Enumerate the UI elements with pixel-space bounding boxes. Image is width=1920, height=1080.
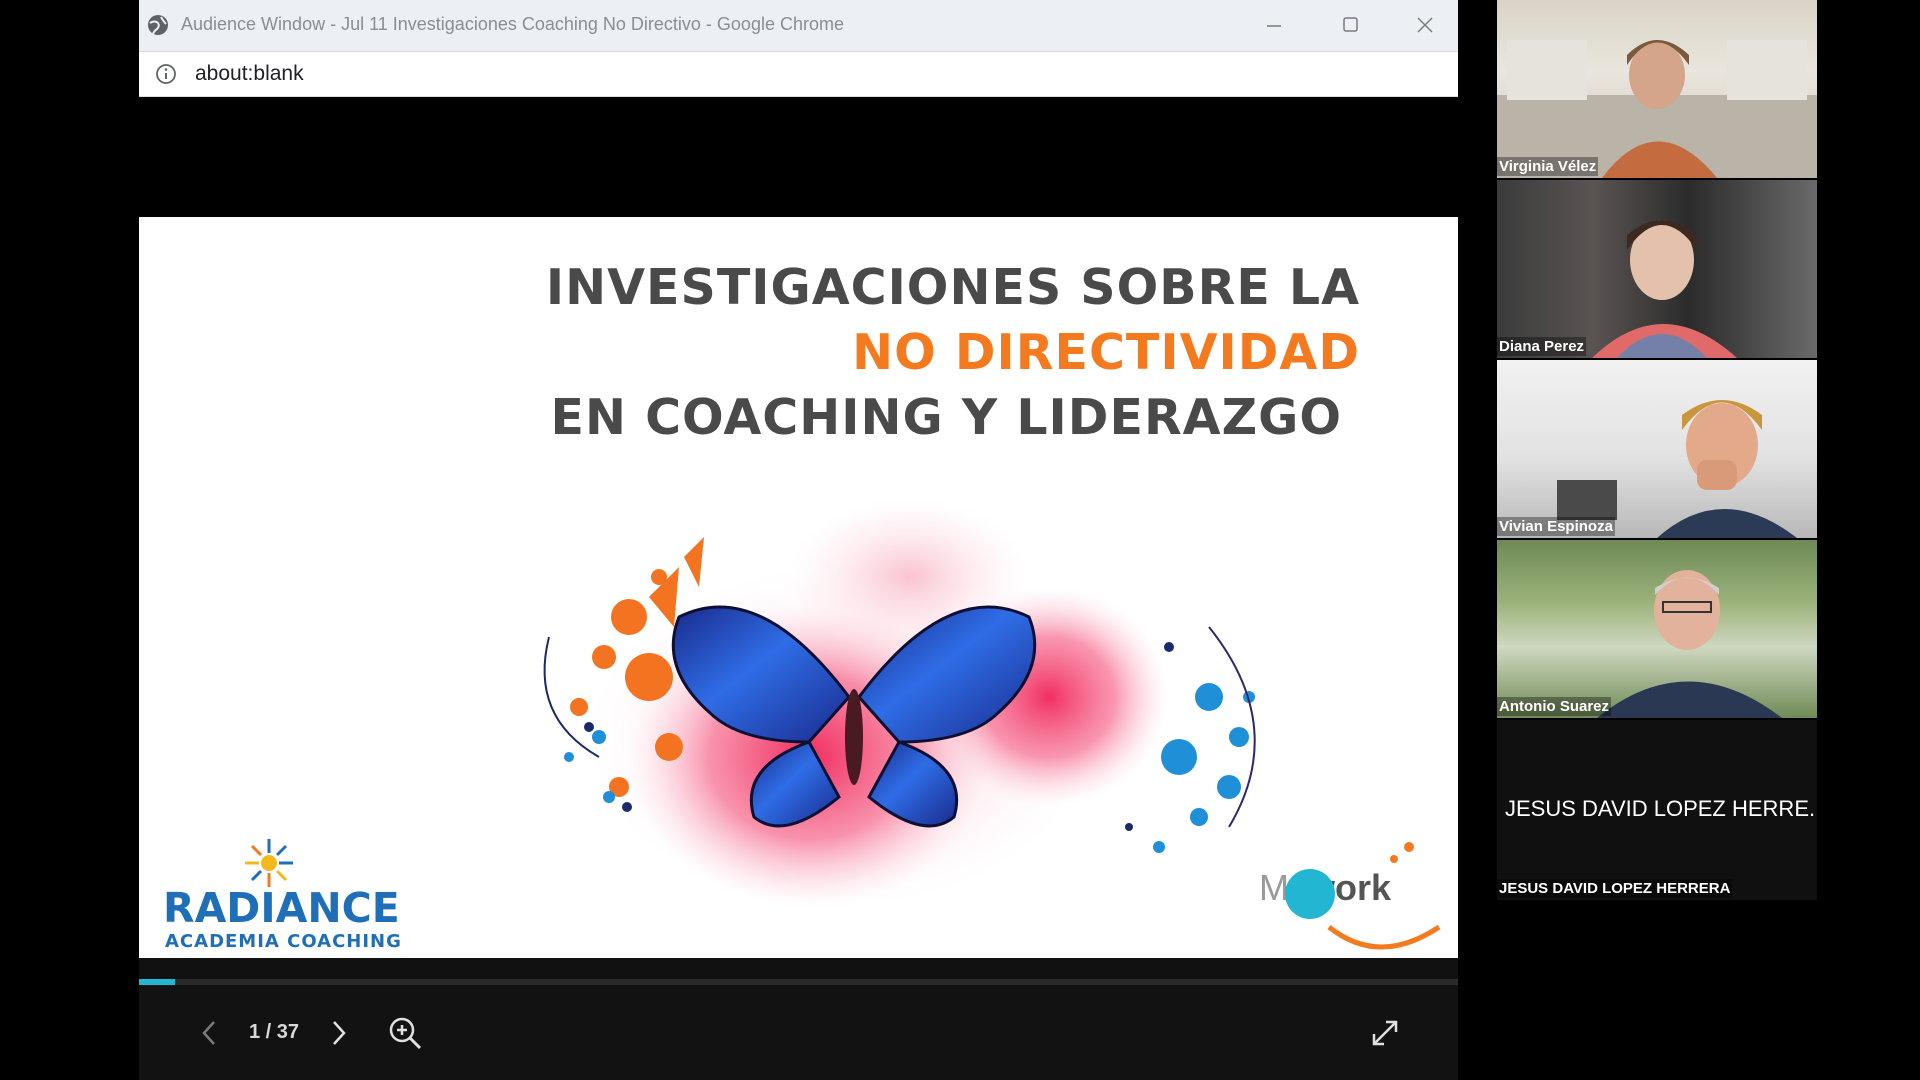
slide-title-line-2: NO DIRECTIVIDAD bbox=[852, 324, 1360, 381]
participant-video bbox=[1557, 400, 1797, 538]
participant-video bbox=[1592, 220, 1737, 358]
participant-display-name: JESUS DAVID LOPEZ HERRE... bbox=[1505, 796, 1817, 821]
participant-name: Virginia Vélez bbox=[1497, 157, 1599, 176]
page-indicator: 1 / 37 bbox=[249, 1021, 300, 1043]
url-text[interactable]: about:blank bbox=[195, 62, 304, 86]
radiance-subtitle: ACADEMIA COACHING bbox=[165, 931, 402, 952]
participant-tile[interactable]: JESUS DAVID LOPEZ HERRE... JESUS DAVID L… bbox=[1497, 720, 1817, 900]
zoom-in-icon[interactable] bbox=[388, 1016, 422, 1050]
next-page-button[interactable] bbox=[329, 1019, 349, 1047]
info-icon[interactable] bbox=[155, 63, 177, 85]
butterfly-illustration bbox=[543, 497, 1256, 907]
participant-name: Vivian Espinoza bbox=[1497, 517, 1615, 536]
slide-title-line-1: INVESTIGACIONES SOBRE LA bbox=[545, 259, 1360, 316]
participant-name: JESUS DAVID LOPEZ HERRERA bbox=[1497, 879, 1733, 898]
presentation-slide: INVESTIGACIONES SOBRE LA NO DIRECTIVIDAD… bbox=[139, 217, 1458, 958]
window-title: Audience Window - Jul 11 Investigaciones… bbox=[181, 14, 844, 34]
slide-title-line-3: EN COACHING Y LIDERAZGO bbox=[550, 389, 1342, 446]
address-bar[interactable]: about:blank bbox=[139, 52, 1458, 97]
participant-video bbox=[1497, 40, 1817, 178]
fullscreen-icon[interactable] bbox=[1370, 1018, 1400, 1048]
letterbox-top bbox=[139, 97, 1458, 217]
participant-name: Diana Perez bbox=[1497, 337, 1587, 356]
globe-icon bbox=[148, 15, 168, 35]
participants-panel: Virginia Vélez Diana Perez Vivian Espino… bbox=[1497, 0, 1817, 900]
participant-video bbox=[1597, 570, 1782, 718]
radiance-logo: RADIANCE ACADEMIA COACHING bbox=[163, 837, 423, 952]
radiance-name: RADIANCE bbox=[163, 884, 400, 932]
participant-name: Antonio Suarez bbox=[1497, 697, 1612, 716]
participant-tile[interactable]: Virginia Vélez bbox=[1497, 0, 1817, 178]
minimize-button[interactable] bbox=[1258, 10, 1290, 40]
sun-logo-icon bbox=[245, 839, 293, 887]
participant-tile[interactable]: Antonio Suarez bbox=[1497, 540, 1817, 718]
close-button[interactable] bbox=[1409, 10, 1441, 40]
window-titlebar[interactable]: Audience Window - Jul 11 Investigaciones… bbox=[139, 0, 1458, 52]
previous-page-button[interactable] bbox=[199, 1019, 219, 1047]
participant-tile[interactable]: Diana Perez bbox=[1497, 180, 1817, 358]
participant-tile[interactable]: Vivian Espinoza bbox=[1497, 360, 1817, 538]
mywork-logo: Mywork bbox=[1249, 827, 1458, 957]
maximize-button[interactable] bbox=[1334, 10, 1366, 40]
pointer-highlight bbox=[1285, 869, 1335, 919]
slide-title: INVESTIGACIONES SOBRE LA NO DIRECTIVIDAD… bbox=[546, 255, 1360, 450]
viewer-controls: 1 / 37 bbox=[139, 985, 1458, 1080]
chrome-window: Audience Window - Jul 11 Investigaciones… bbox=[139, 0, 1458, 1080]
